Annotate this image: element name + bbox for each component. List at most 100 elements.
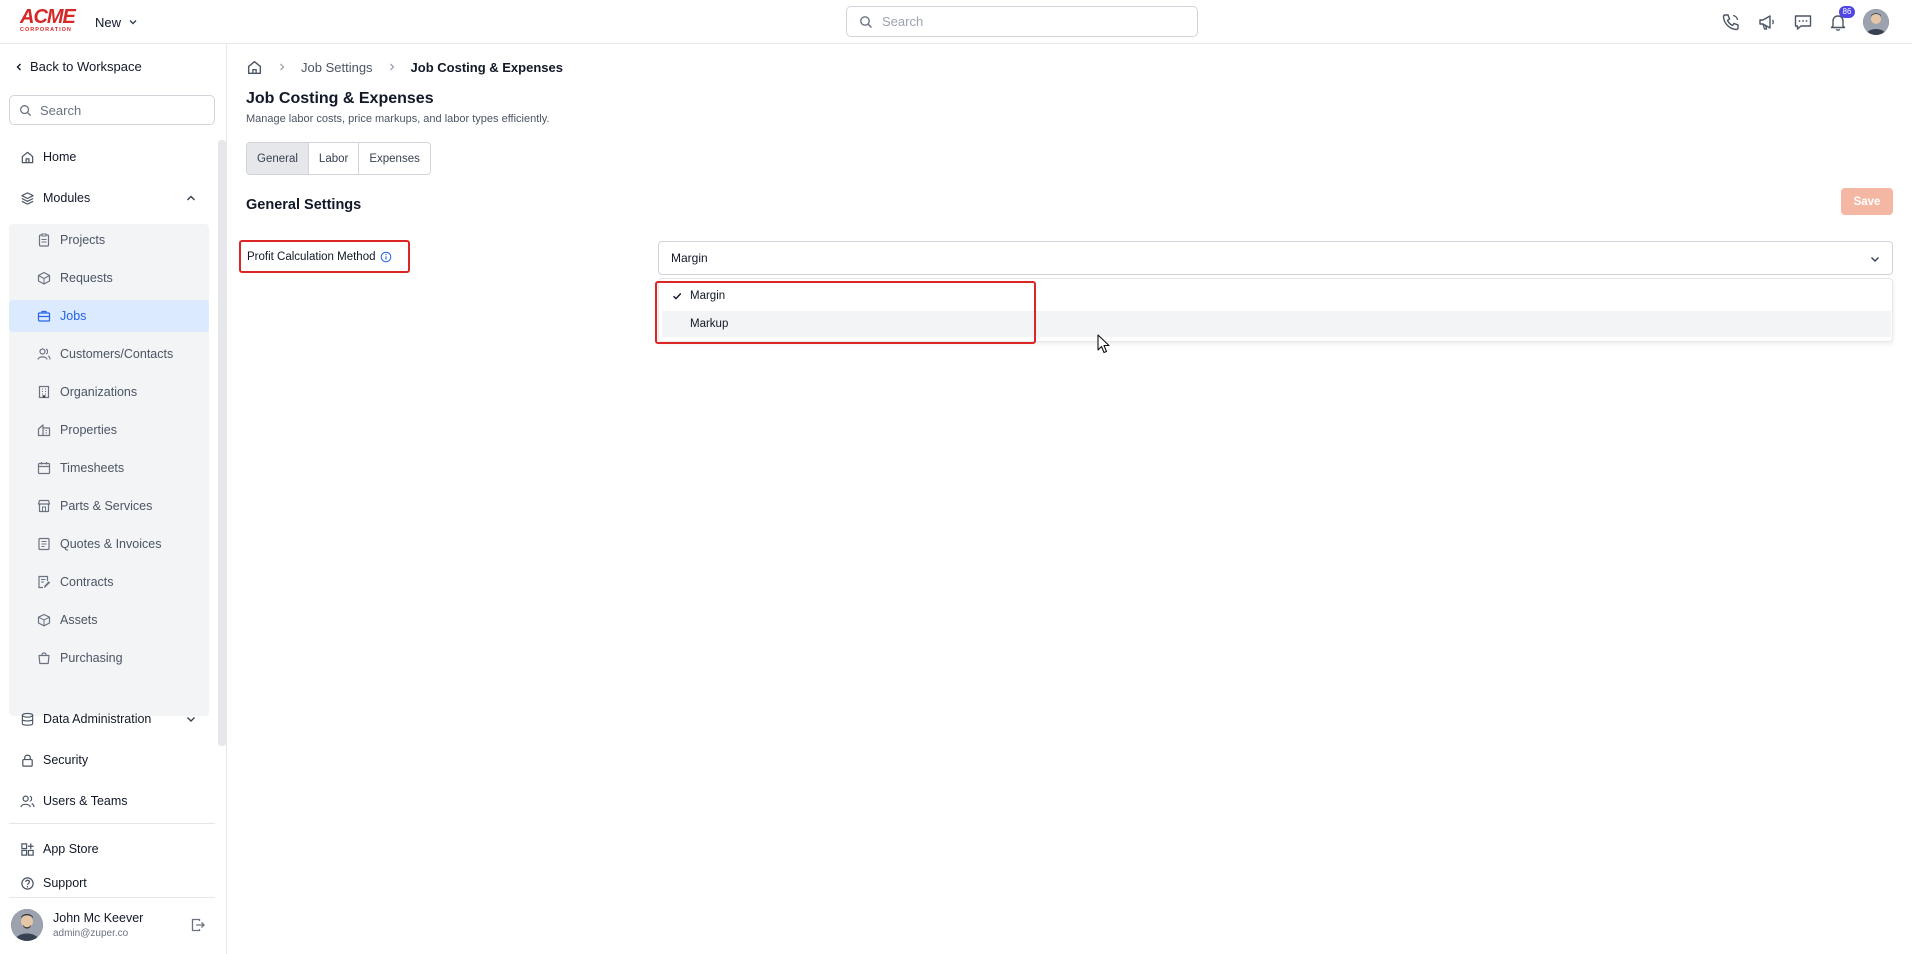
page-subtitle: Manage labor costs, price markups, and l… bbox=[246, 113, 550, 125]
sidebar-item-label: Jobs bbox=[60, 309, 87, 323]
avatar bbox=[11, 909, 43, 941]
option-markup[interactable]: Markup bbox=[662, 311, 1891, 337]
sidebar-item-requests[interactable]: Requests bbox=[9, 262, 209, 294]
tab-general[interactable]: General bbox=[247, 143, 309, 174]
user-avatar-top[interactable] bbox=[1863, 9, 1889, 35]
briefcase-icon bbox=[37, 310, 51, 322]
sidebar-item-label: Contracts bbox=[60, 575, 114, 589]
info-icon[interactable] bbox=[380, 251, 392, 263]
new-button[interactable]: New bbox=[95, 12, 138, 32]
sidebar-search[interactable] bbox=[9, 95, 215, 125]
logout-icon[interactable] bbox=[190, 917, 206, 933]
tab-expenses[interactable]: Expenses bbox=[359, 143, 430, 174]
calendar-icon bbox=[37, 462, 51, 475]
property-icon bbox=[37, 424, 51, 437]
cube-icon bbox=[37, 613, 51, 627]
users-icon bbox=[37, 348, 51, 360]
sidebar-item-label: Properties bbox=[60, 423, 117, 437]
sidebar-item-contracts[interactable]: Contracts bbox=[9, 566, 209, 598]
sidebar-item-label: Quotes & Invoices bbox=[60, 537, 162, 551]
building-icon bbox=[38, 385, 50, 399]
user-profile[interactable]: John Mc Keever admin@zuper.co bbox=[11, 908, 211, 944]
contract-icon bbox=[38, 575, 51, 589]
option-margin[interactable]: Margin bbox=[662, 283, 1891, 309]
notification-badge: 86 bbox=[1839, 6, 1855, 18]
sidebar-item-jobs[interactable]: Jobs bbox=[9, 300, 209, 332]
select-value: Margin bbox=[671, 251, 708, 265]
user-name: John Mc Keever bbox=[53, 911, 144, 925]
tab-labor[interactable]: Labor bbox=[308, 143, 360, 174]
sidebar-divider bbox=[9, 823, 215, 824]
sidebar-search-input[interactable] bbox=[40, 102, 210, 118]
home-icon[interactable] bbox=[246, 59, 263, 76]
sidebar-item-support[interactable]: Support bbox=[20, 871, 87, 895]
sidebar-divider bbox=[9, 897, 215, 898]
users-icon bbox=[20, 795, 35, 807]
help-circle-icon bbox=[21, 876, 34, 890]
logo-text: ACME bbox=[20, 6, 76, 28]
sidebar-item-app-store[interactable]: App Store bbox=[20, 837, 99, 861]
sidebar-item-label: Support bbox=[43, 876, 87, 890]
chevron-up-icon[interactable] bbox=[185, 192, 197, 204]
sidebar-item-properties[interactable]: Properties bbox=[9, 414, 209, 446]
sidebar-item-label: Timesheets bbox=[60, 461, 125, 475]
sidebar-item-label: Home bbox=[43, 150, 77, 164]
sidebar-item-label: Projects bbox=[60, 233, 106, 247]
option-label: Margin bbox=[690, 290, 726, 302]
field-label-text: Profit Calculation Method bbox=[247, 250, 376, 263]
sidebar-item-label: Parts & Services bbox=[60, 499, 153, 513]
sidebar-item-quotes-invoices[interactable]: Quotes & Invoices bbox=[9, 528, 209, 560]
sidebar-item-label: Security bbox=[43, 753, 89, 767]
logo-subtext: CORPORATION bbox=[20, 27, 72, 33]
chevron-left-icon bbox=[16, 63, 21, 70]
search-icon bbox=[860, 15, 872, 28]
sidebar-item-organizations[interactable]: Organizations bbox=[9, 376, 209, 408]
profit-calculation-label: Profit Calculation Method bbox=[239, 240, 410, 273]
back-label: Back to Workspace bbox=[30, 59, 142, 74]
chat-icon[interactable] bbox=[1792, 11, 1814, 33]
sidebar-item-modules[interactable]: Modules bbox=[20, 186, 90, 210]
profit-calculation-select[interactable]: Margin bbox=[658, 241, 1893, 275]
sidebar-item-label: Customers/Contacts bbox=[60, 347, 174, 361]
sidebar-item-home[interactable]: Home bbox=[20, 145, 76, 169]
sidebar-item-label: Assets bbox=[60, 613, 98, 627]
back-to-workspace-link[interactable]: Back to Workspace bbox=[14, 59, 142, 74]
global-search-input[interactable] bbox=[882, 14, 1182, 29]
sidebar-item-parts-services[interactable]: Parts & Services bbox=[9, 490, 209, 522]
sidebar: Back to Workspace Home Modules Projects … bbox=[0, 44, 227, 954]
search-icon bbox=[20, 104, 32, 116]
sidebar-scrollbar[interactable] bbox=[218, 140, 226, 746]
page-title: Job Costing & Expenses bbox=[246, 90, 434, 107]
select-dropdown-menu: Margin Markup bbox=[658, 278, 1893, 342]
sidebar-item-label: Data Administration bbox=[43, 712, 152, 726]
breadcrumb-job-settings[interactable]: Job Settings bbox=[301, 60, 373, 75]
phone-icon[interactable] bbox=[1720, 11, 1742, 33]
sidebar-item-assets[interactable]: Assets bbox=[9, 604, 209, 636]
megaphone-icon[interactable] bbox=[1756, 11, 1778, 33]
sidebar-item-projects[interactable]: Projects bbox=[9, 224, 209, 256]
option-label: Markup bbox=[690, 318, 729, 330]
sidebar-item-timesheets[interactable]: Timesheets bbox=[9, 452, 209, 484]
sidebar-item-data-administration[interactable]: Data Administration bbox=[20, 707, 151, 731]
layers-icon bbox=[21, 191, 34, 205]
acme-logo[interactable]: ACME CORPORATION bbox=[20, 6, 76, 33]
bag-icon bbox=[38, 652, 50, 665]
sidebar-item-label: Requests bbox=[60, 271, 113, 285]
database-icon bbox=[21, 712, 34, 726]
sidebar-item-security[interactable]: Security bbox=[20, 748, 88, 772]
chevron-down-icon[interactable] bbox=[185, 713, 197, 725]
check-icon bbox=[673, 293, 682, 300]
sidebar-item-users-teams[interactable]: Users & Teams bbox=[20, 789, 128, 813]
box-check-icon bbox=[37, 271, 51, 285]
sidebar-item-purchasing[interactable]: Purchasing bbox=[9, 642, 209, 674]
home-icon bbox=[21, 151, 34, 163]
new-button-label: New bbox=[95, 14, 122, 30]
sidebar-item-label: Organizations bbox=[60, 385, 138, 399]
global-search[interactable] bbox=[846, 6, 1198, 37]
invoice-icon bbox=[38, 537, 50, 551]
section-title: General Settings bbox=[246, 197, 362, 213]
sidebar-item-customers-contacts[interactable]: Customers/Contacts bbox=[9, 338, 209, 370]
store-icon bbox=[37, 499, 51, 513]
chevron-down-icon bbox=[129, 20, 137, 25]
save-button[interactable]: Save bbox=[1841, 188, 1893, 215]
